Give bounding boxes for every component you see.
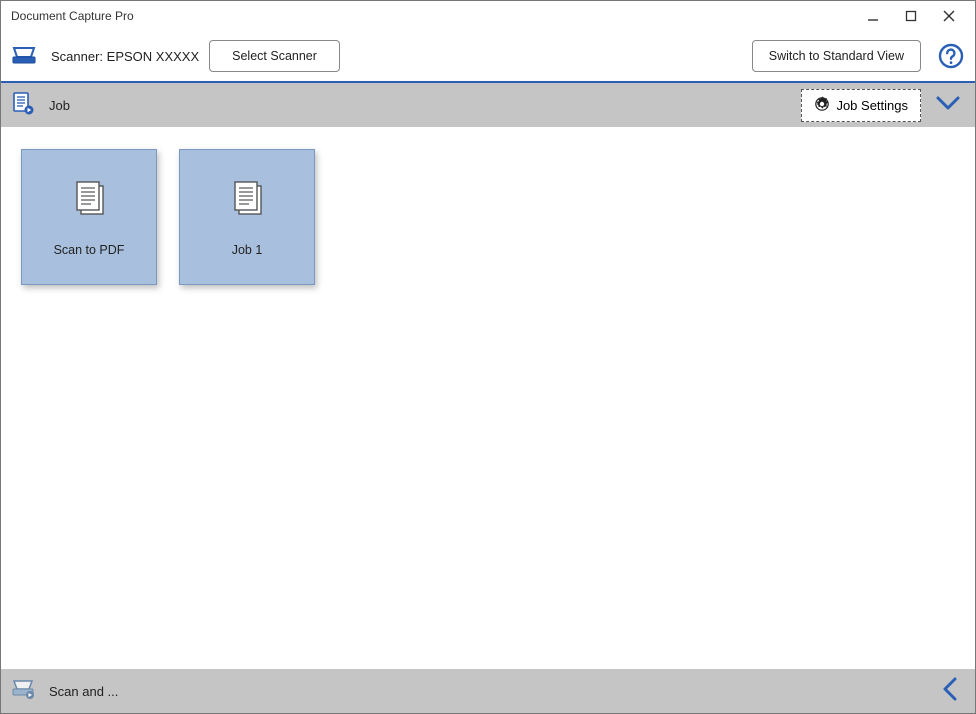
chevron-left-icon (939, 675, 961, 708)
job-tile-label: Scan to PDF (54, 243, 125, 257)
job-settings-label: Job Settings (836, 98, 908, 113)
expand-section-button[interactable] (935, 676, 965, 706)
job-tile-scan-to-pdf[interactable]: Scan to PDF (21, 149, 157, 285)
job-section-header: Job Job Settings (1, 83, 975, 127)
gear-icon (814, 96, 830, 115)
job-tile-label: Job 1 (232, 243, 263, 257)
job-section-title: Job (49, 98, 70, 113)
scan-and-icon (11, 678, 35, 705)
toolbar: Scanner: EPSON XXXXX Select Scanner Swit… (1, 31, 975, 81)
chevron-down-icon (934, 92, 962, 119)
document-icon (225, 178, 269, 227)
job-tile-job-1[interactable]: Job 1 (179, 149, 315, 285)
job-settings-button[interactable]: Job Settings (801, 89, 921, 122)
document-icon (67, 178, 111, 227)
switch-to-standard-view-button[interactable]: Switch to Standard View (752, 40, 921, 72)
collapse-section-button[interactable] (931, 90, 965, 120)
app-window: Document Capture Pro Scanner: EPSON XXXX… (0, 0, 976, 714)
close-button[interactable] (931, 3, 967, 29)
job-section-icon (11, 91, 35, 120)
window-title: Document Capture Pro (11, 9, 134, 23)
select-scanner-button[interactable]: Select Scanner (209, 40, 340, 72)
scanner-label: Scanner: EPSON XXXXX (51, 49, 199, 64)
help-icon[interactable] (937, 42, 965, 70)
scanner-icon (11, 45, 37, 67)
minimize-button[interactable] (855, 3, 891, 29)
maximize-button[interactable] (893, 3, 929, 29)
scan-and-section-header: Scan and ... (1, 669, 975, 713)
job-tiles-area: Scan to PDF Job 1 (1, 127, 975, 669)
scan-and-section-title: Scan and ... (49, 684, 118, 699)
title-bar: Document Capture Pro (1, 1, 975, 31)
